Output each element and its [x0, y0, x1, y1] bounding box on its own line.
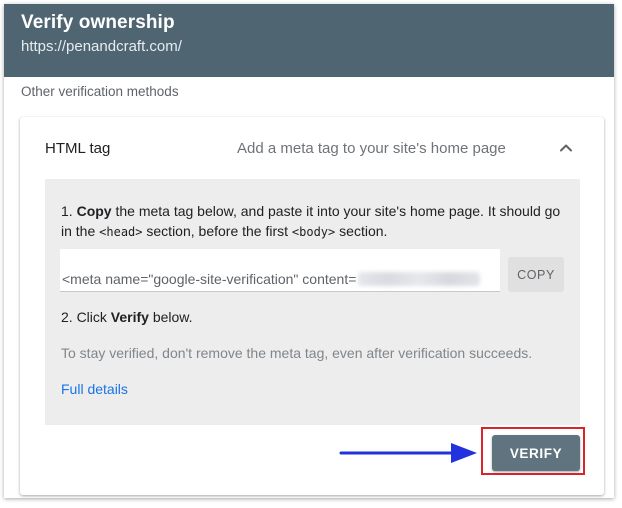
instructions-panel: 1. Copy the meta tag below, and paste it… [45, 179, 580, 425]
verify-button[interactable]: VERIFY [492, 435, 580, 471]
meta-tag-field[interactable]: <meta name="google-site-verification" co… [60, 249, 500, 292]
body-tag-code: <body> [291, 225, 336, 239]
verify-emphasis: Verify [110, 309, 149, 325]
stay-verified-note: To stay verified, don't remove the meta … [61, 345, 533, 361]
meta-tag-text[interactable]: <meta name="google-site-verification" co… [62, 271, 481, 287]
chevron-up-icon[interactable] [557, 139, 575, 157]
redacted-verification-code [358, 272, 481, 286]
step-one-text: 1. Copy the meta tag below, and paste it… [61, 201, 566, 242]
meta-tag-code: <meta name="google-site-verification" co… [62, 271, 357, 287]
step-one-number: 1. [61, 203, 77, 219]
copy-button[interactable]: COPY [508, 257, 564, 292]
step-two-rest: below. [148, 309, 193, 325]
step-one-end: section. [335, 223, 388, 239]
dialog-header: Verify ownership https://penandcraft.com… [4, 4, 614, 77]
html-tag-method-header[interactable]: HTML tag Add a meta tag to your site's h… [20, 117, 604, 177]
property-url: https://penandcraft.com/ [21, 38, 182, 55]
other-methods-label: Other verification methods [21, 84, 179, 99]
step-two-prefix: 2. Click [61, 309, 111, 325]
method-description: Add a meta tag to your site's home page [237, 140, 506, 157]
arrow-annotation-icon [339, 443, 477, 463]
step-one-middle: section, before the first [142, 223, 292, 239]
verify-ownership-dialog: Verify ownership https://penandcraft.com… [4, 4, 614, 498]
method-title: HTML tag [45, 140, 111, 157]
copy-emphasis: Copy [76, 203, 112, 219]
head-tag-code: <head> [99, 225, 143, 239]
dialog-title: Verify ownership [21, 12, 175, 33]
full-details-link[interactable]: Full details [61, 381, 128, 397]
step-two-text: 2. Click Verify below. [61, 309, 193, 325]
